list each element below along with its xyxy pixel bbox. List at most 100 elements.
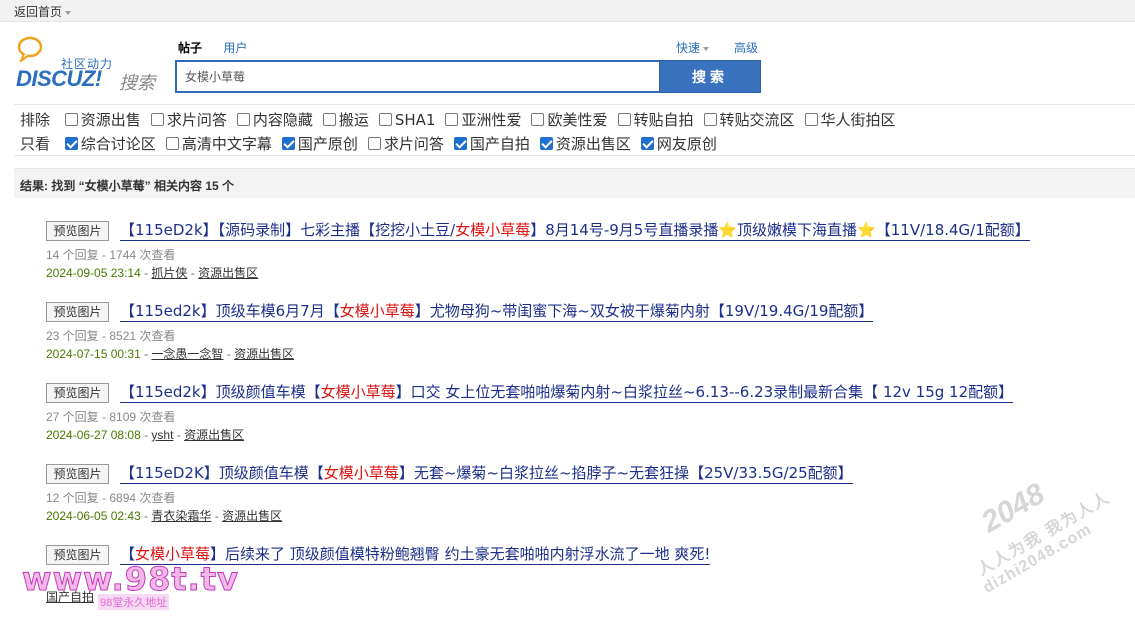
watermark-98t-url: www.98t.tv (22, 560, 239, 599)
only-option-label: 资源出售区 (555, 135, 631, 153)
quick-search-dropdown[interactable]: 快速 (676, 39, 710, 56)
only-option-label: 高清中文字幕 (181, 135, 272, 153)
only-row: 只看 综合讨论区 高清中文字幕 国产原创 求片问答 国产自拍 资源出售区 网友原创 (20, 133, 727, 153)
exclude-row: 排除 资源出售 求片问答 内容隐藏 搬运 SHA1 亚洲性爱 欧美性爱 转贴自拍 转贴交流区 华人… (20, 109, 906, 129)
forum-link[interactable]: 资源出售区 (198, 266, 258, 280)
search-input[interactable] (175, 60, 660, 93)
title-highlight: 女模小草莓 (320, 383, 396, 401)
checkbox[interactable] (445, 113, 459, 126)
exclude-option[interactable]: SHA1 (378, 111, 435, 129)
only-option-label: 综合讨论区 (80, 135, 156, 153)
only-option[interactable]: 国产原创 (281, 133, 358, 154)
back-home-link[interactable]: 返回首页 (14, 3, 72, 20)
result-stats: 27 个回复 - 8109 次查看 (46, 410, 176, 424)
result-title-link[interactable]: 【115eD2k】【源码录制】七彩主播【挖挖小土豆/女模小草莓】8月14号-9月… (120, 219, 1030, 241)
only-option-label: 求片问答 (383, 135, 444, 153)
forum-link[interactable]: 资源出售区 (222, 509, 282, 523)
author-link[interactable]: 青衣染霜华 (151, 509, 211, 523)
title-text: 【115ed2k】顶级颜值车模【 (120, 383, 321, 401)
only-option-label: 国产自拍 (469, 135, 530, 153)
forum-link[interactable]: 资源出售区 (184, 428, 244, 442)
checkbox[interactable] (804, 113, 818, 126)
title-text: 顶级嫩模下海直播 (737, 221, 858, 239)
exclude-label: 排除 (20, 111, 51, 129)
result-title-link[interactable]: 【115ed2k】顶级车模6月7月【女模小草莓】尤物母狗~带闺蜜下海~双女被干爆… (120, 300, 874, 322)
exclude-option[interactable]: 转贴交流区 (703, 109, 795, 130)
only-option[interactable]: 网友原创 (640, 133, 717, 154)
exclude-option[interactable]: 欧美性爱 (531, 109, 608, 130)
checkbox[interactable] (367, 137, 381, 150)
back-home-label: 返回首页 (14, 5, 63, 19)
logo-search-label: 搜索 (119, 73, 155, 93)
logo-wordmark: DISCUZ! (16, 66, 102, 91)
result-summary: 结果: 找到 “女模小草莓” 相关内容 15 个 (14, 168, 1135, 198)
title-text: 】无套~爆菊~白浆拉丝~掐脖子~无套狂操【25V/33.5G/25配额】 (398, 464, 853, 482)
exclude-option[interactable]: 亚洲性爱 (445, 109, 521, 130)
checkbox[interactable] (150, 113, 164, 126)
checkbox[interactable] (640, 137, 654, 150)
exclude-option-label: 欧美性爱 (547, 111, 608, 129)
only-option[interactable]: 高清中文字幕 (165, 133, 272, 154)
tab-users[interactable]: 用户 (223, 41, 247, 55)
title-text: 】后续来了 顶级颜值模特粉鲍翘臀 约土豪无套啪啪内射浮水流了一地 爽死! (210, 545, 711, 563)
exclude-option[interactable]: 转贴自拍 (617, 109, 694, 130)
exclude-option[interactable]: 华人街拍区 (804, 109, 896, 130)
checkbox[interactable] (322, 113, 336, 126)
only-option[interactable]: 国产自拍 (453, 133, 530, 154)
title-text: 【11V/18.4G/1配额】 (875, 221, 1030, 239)
post-date: 2024-06-27 08:08 (46, 428, 141, 442)
exclude-option[interactable]: 搬运 (322, 109, 369, 130)
only-label: 只看 (20, 135, 51, 153)
post-date: 2024-07-15 00:31 (46, 347, 141, 361)
author-link[interactable]: ysht (151, 428, 173, 442)
exclude-option-label: 搬运 (338, 111, 369, 129)
checkbox[interactable] (703, 113, 717, 126)
forum-link[interactable]: 资源出售区 (234, 347, 294, 361)
preview-image-button[interactable]: 预览图片 (46, 383, 109, 403)
only-option-label: 网友原创 (656, 135, 717, 153)
checkbox[interactable] (281, 137, 295, 150)
only-option[interactable]: 求片问答 (367, 133, 444, 154)
exclude-option[interactable]: 资源出售 (64, 109, 141, 130)
search-button[interactable]: 搜索 (659, 60, 761, 93)
result-info: 2024-07-15 00:31 - 一念愚一念智 - 资源出售区 (46, 347, 295, 361)
exclude-option-label: 内容隐藏 (252, 111, 313, 129)
checkbox[interactable] (165, 137, 179, 150)
discuz-logo[interactable]: 社区动力 DISCUZ! 搜索 (16, 36, 166, 94)
top-bar: 返回首页 (0, 0, 1135, 22)
preview-image-button[interactable]: 预览图片 (46, 464, 109, 484)
checkbox[interactable] (531, 113, 545, 126)
checkbox[interactable] (378, 113, 392, 126)
watermark-98t: www.98t.tv 98堂永久地址 (22, 560, 252, 612)
checkbox[interactable] (64, 113, 78, 126)
exclude-option[interactable]: 内容隐藏 (236, 109, 313, 130)
checkbox[interactable] (539, 137, 553, 150)
title-highlight: 女模小草莓 (455, 221, 531, 239)
post-date: 2024-06-05 02:43 (46, 509, 141, 523)
star-icon: ⭐ (718, 221, 738, 239)
only-option[interactable]: 综合讨论区 (64, 133, 156, 154)
result-item: 预览图片 【115ed2k】顶级颜值车模【女模小草莓】口交 女上位无套啪啪爆菊内射… (46, 380, 1126, 450)
checkbox[interactable] (453, 137, 467, 150)
result-title-link[interactable]: 【115ed2k】顶级颜值车模【女模小草莓】口交 女上位无套啪啪爆菊内射~白浆拉… (120, 381, 1014, 403)
result-info: 2024-06-27 08:08 - ysht - 资源出售区 (46, 428, 245, 442)
checkbox[interactable] (617, 113, 631, 126)
checkbox[interactable] (236, 113, 250, 126)
exclude-option[interactable]: 求片问答 (150, 109, 227, 130)
chevron-down-icon (703, 46, 710, 51)
preview-image-button[interactable]: 预览图片 (46, 221, 109, 241)
exclude-option-label: 转贴交流区 (719, 111, 795, 129)
watermark-98t-caption: 98堂永久地址 (98, 594, 170, 610)
preview-image-button[interactable]: 预览图片 (46, 302, 109, 322)
search-type-tabs: 帖子 用户 (178, 39, 265, 56)
only-option[interactable]: 资源出售区 (539, 133, 631, 154)
title-highlight: 女模小草莓 (323, 464, 399, 482)
author-link[interactable]: 一念愚一念智 (151, 347, 223, 361)
checkbox[interactable] (64, 137, 78, 150)
advanced-search-link[interactable]: 高级 (734, 39, 758, 56)
author-link[interactable]: 抓片侠 (151, 266, 187, 280)
tab-posts[interactable]: 帖子 (178, 41, 202, 55)
result-title-link[interactable]: 【115eD2K】顶级颜值车模【女模小草莓】无套~爆菊~白浆拉丝~掐脖子~无套狂… (120, 462, 853, 484)
exclude-option-label: 资源出售 (80, 111, 141, 129)
result-stats: 12 个回复 - 6894 次查看 (46, 491, 176, 505)
